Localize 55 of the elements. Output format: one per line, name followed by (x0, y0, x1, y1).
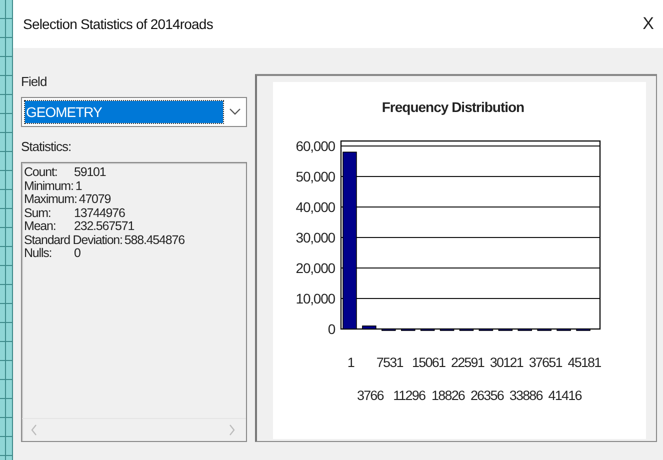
y-tick-label: 60,000 (296, 138, 335, 154)
stat-label: Minimum: (24, 180, 74, 193)
chart-title: Frequency Distribution (382, 99, 524, 115)
stat-value: 59101 (74, 166, 106, 180)
y-tick-label: 0 (328, 321, 335, 337)
bar (459, 328, 474, 331)
bar (518, 328, 532, 331)
scroll-left-icon[interactable] (30, 424, 38, 436)
bar (420, 328, 435, 331)
scroll-right-icon[interactable] (228, 424, 236, 436)
statistics-label: Statistics: (21, 139, 72, 154)
x-tick-label: 22591 (450, 355, 484, 370)
stat-label: Mean: (24, 220, 57, 234)
stat-value: 232.567571 (74, 220, 134, 234)
x-tick-label: 7531 (376, 355, 403, 370)
stat-value: 1 (75, 180, 82, 193)
y-tick-label: 20,000 (296, 260, 335, 276)
bar (537, 328, 552, 331)
close-button[interactable]: X (638, 12, 658, 36)
x-tick-label: 18826 (432, 388, 465, 403)
bar (362, 326, 376, 330)
y-tick-label: 50,000 (296, 168, 335, 184)
x-tick-label: 30121 (490, 355, 523, 370)
stat-label: Standard Deviation: (24, 234, 122, 247)
window-title: Selection Statistics of 2014roads (23, 16, 213, 32)
x-tick-label: 45181 (568, 355, 601, 370)
bar (498, 328, 513, 331)
stat-label: Nulls: (24, 247, 53, 260)
stat-value: 13744976 (74, 206, 125, 220)
field-label: Field (21, 74, 48, 89)
stat-label: Sum: (24, 206, 52, 220)
bar (382, 328, 396, 331)
y-tick-label: 10,000 (296, 290, 335, 306)
field-dropdown[interactable]: GEOMETRY (21, 97, 247, 127)
bar (400, 328, 416, 331)
stat-label: Maximum: (24, 193, 77, 206)
bar (478, 328, 494, 331)
x-tick-label: 15061 (412, 355, 446, 370)
bar (576, 328, 590, 331)
bar (556, 328, 571, 331)
x-tick-label: 11296 (393, 388, 426, 403)
stat-value: 0 (74, 247, 80, 260)
x-tick-label: 41416 (548, 388, 582, 403)
x-tick-label: 33886 (509, 388, 542, 403)
stat-value: 588.454876 (124, 234, 184, 247)
stat-value: 47079 (78, 193, 111, 206)
x-tick-label: 26356 (470, 388, 504, 403)
y-tick-label: 30,000 (296, 230, 335, 246)
x-tick-label: 1 (347, 355, 354, 370)
chevron-icon (229, 108, 241, 116)
x-tick-label: 37651 (528, 355, 562, 370)
stat-label: Count: (24, 166, 58, 180)
x-tick-label: 3766 (356, 388, 384, 403)
y-tick-label: 40,000 (296, 199, 335, 215)
bar (440, 328, 454, 331)
